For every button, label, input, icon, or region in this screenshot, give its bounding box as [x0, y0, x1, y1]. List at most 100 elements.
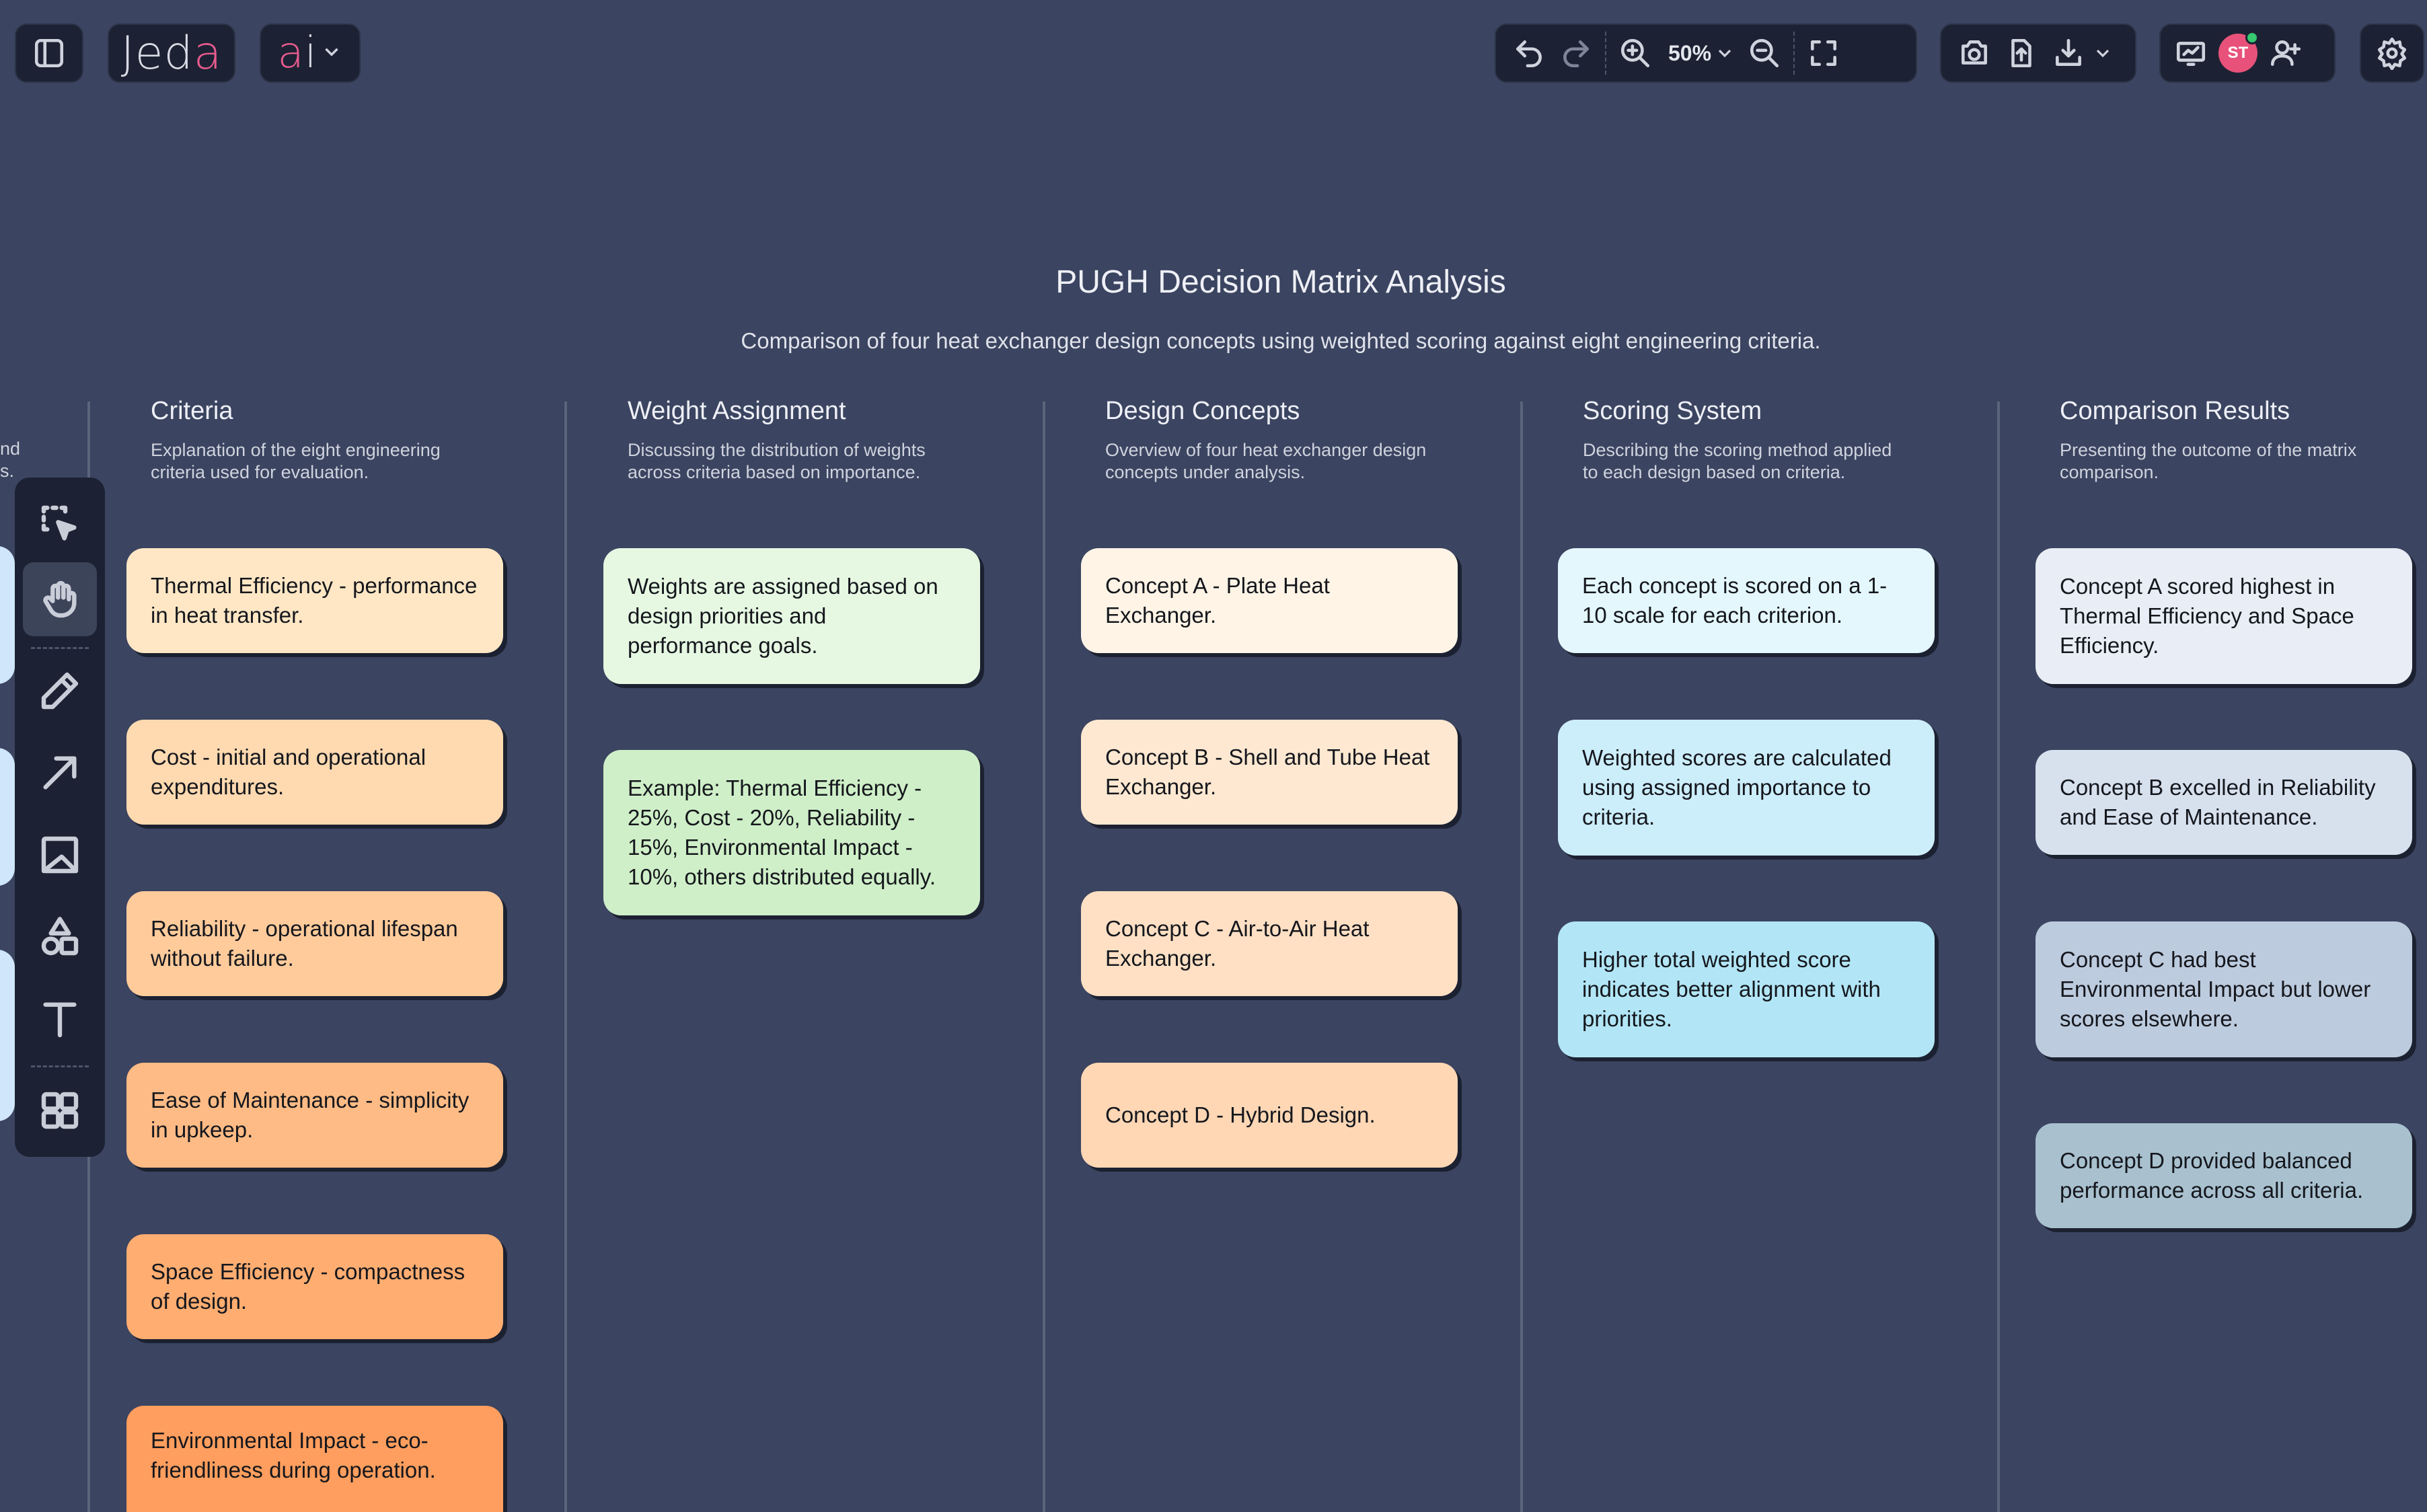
pen-tool-button[interactable]: [23, 654, 97, 728]
text-tool-button[interactable]: [23, 982, 97, 1056]
column-description: Describing the scoring method applied to…: [1583, 440, 1892, 482]
criteria-card[interactable]: Ease of Maintenance - simplicity in upke…: [126, 1063, 503, 1168]
weight-card[interactable]: Weights are assigned based on design pri…: [603, 548, 980, 684]
offscreen-card[interactable]: [0, 546, 15, 684]
invite-user-button[interactable]: [2262, 30, 2309, 77]
card-text: Concept B excelled in Reliability and Ea…: [2060, 775, 2376, 829]
logo-accent: a: [193, 26, 223, 80]
settings-button[interactable]: [2360, 24, 2424, 83]
zoom-out-icon: [1750, 38, 1779, 68]
ai-menu-button[interactable]: ai: [260, 24, 361, 83]
card-text: Example: Thermal Efficiency - 25%, Cost …: [628, 776, 936, 889]
pencil-icon: [41, 672, 79, 710]
criteria-card[interactable]: Space Efficiency - compactness of design…: [126, 1234, 503, 1339]
select-tool-button[interactable]: [23, 487, 97, 561]
card-text: Concept C had best Environmental Impact …: [2060, 947, 2371, 1031]
column-header-design-concepts[interactable]: Design Concepts Overview of four heat ex…: [1105, 397, 1522, 484]
scoring-card[interactable]: Each concept is scored on a 1-10 scale f…: [1558, 548, 1935, 653]
undo-icon: [1516, 40, 1542, 68]
result-card[interactable]: Concept D provided balanced performance …: [2036, 1123, 2412, 1228]
export-toolbar: [1940, 24, 2136, 83]
undo-button[interactable]: [1505, 30, 1553, 77]
card-text: Environmental Impact - eco-friendliness …: [151, 1428, 436, 1482]
tool-rail: [15, 478, 105, 1157]
user-avatar[interactable]: ST: [2218, 31, 2259, 73]
offscreen-text-fragment: s.: [0, 461, 15, 481]
fit-screen-icon: [1811, 40, 1837, 66]
offscreen-card[interactable]: [0, 748, 15, 886]
grid-icon: [41, 1092, 79, 1129]
scoring-card[interactable]: Higher total weighted score indicates be…: [1558, 921, 1935, 1057]
concept-card[interactable]: Concept C - Air-to-Air Heat Exchanger.: [1081, 891, 1458, 996]
templates-button[interactable]: [23, 1073, 97, 1147]
ai-label-i: i: [304, 28, 318, 78]
add-user-icon: [2270, 40, 2301, 66]
column-description: Overview of four heat exchanger design c…: [1105, 440, 1427, 482]
result-card[interactable]: Concept C had best Environmental Impact …: [2036, 921, 2412, 1057]
chevron-down-icon: [1718, 49, 1731, 58]
view-controls-toolbar: 50%: [1495, 24, 1917, 83]
download-dropdown[interactable]: [2045, 30, 2114, 77]
criteria-card[interactable]: Thermal Efficiency - performance in heat…: [126, 548, 503, 653]
result-card[interactable]: Concept B excelled in Reliability and Ea…: [2036, 750, 2412, 855]
app-logo[interactable]: Jeda: [108, 24, 235, 83]
zoom-level-dropdown[interactable]: 50%: [1659, 41, 1741, 66]
concept-card[interactable]: Concept B - Shell and Tube Heat Exchange…: [1081, 720, 1458, 825]
weight-card[interactable]: Example: Thermal Efficiency - 25%, Cost …: [603, 750, 980, 915]
card-text: Ease of Maintenance - simplicity in upke…: [151, 1088, 470, 1142]
presentation-icon: [2176, 42, 2206, 66]
zoom-in-icon: [1620, 38, 1650, 68]
card-text: Each concept is scored on a 1-10 scale f…: [1582, 573, 1888, 628]
gear-icon: [2368, 30, 2416, 77]
offscreen-card[interactable]: [0, 950, 15, 1121]
card-text: Concept A - Plate Heat Exchanger.: [1105, 573, 1330, 628]
share-button[interactable]: [1998, 30, 2045, 77]
screenshot-button[interactable]: [1951, 30, 1998, 77]
card-text: Space Efficiency - compactness of design…: [151, 1259, 465, 1314]
card-text: Thermal Efficiency - performance in heat…: [151, 573, 478, 628]
offscreen-text-fragment: nd: [0, 439, 21, 459]
concept-card[interactable]: Concept D - Hybrid Design.: [1081, 1063, 1458, 1168]
result-card[interactable]: Concept A scored highest in Thermal Effi…: [2036, 548, 2412, 684]
sidebar-toggle-button[interactable]: [15, 24, 83, 83]
zoom-out-button[interactable]: [1741, 30, 1788, 77]
arrow-tool-button[interactable]: [23, 736, 97, 810]
shapes-tool-button[interactable]: [23, 900, 97, 974]
hand-tool-button[interactable]: [23, 562, 97, 636]
zoom-in-button[interactable]: [1612, 30, 1659, 77]
redo-icon: [1563, 40, 1589, 68]
criteria-card[interactable]: Reliability - operational lifespan witho…: [126, 891, 503, 996]
hand-icon: [43, 580, 77, 618]
present-button[interactable]: [2167, 30, 2214, 77]
column-header-comparison-results[interactable]: Comparison Results Presenting the outcom…: [2060, 397, 2427, 484]
chevron-down-icon: [320, 40, 343, 67]
column-divider: [1520, 402, 1523, 1512]
image-tool-button[interactable]: [23, 818, 97, 892]
column-description: Discussing the distribution of weights a…: [628, 440, 926, 482]
column-header-weight-assignment[interactable]: Weight Assignment Discussing the distrib…: [628, 397, 1045, 484]
whiteboard-canvas[interactable]: Jeda ai 50% ST PUGH Decision Matrix Anal…: [0, 0, 2427, 1512]
column-divider: [564, 402, 567, 1512]
image-frame-icon: [41, 836, 79, 874]
fit-to-screen-button[interactable]: [1800, 30, 1847, 77]
user-initials: ST: [2227, 44, 2249, 62]
rail-divider: [31, 647, 89, 649]
page-subtitle[interactable]: Comparison of four heat exchanger design…: [0, 328, 2427, 354]
column-description: Presenting the outcome of the matrix com…: [2060, 440, 2357, 482]
criteria-card[interactable]: Cost - initial and operational expenditu…: [126, 720, 503, 825]
redo-button[interactable]: [1553, 30, 1600, 77]
column-header-scoring-system[interactable]: Scoring System Describing the scoring me…: [1583, 397, 2000, 484]
arrow-icon: [43, 756, 77, 790]
column-title: Criteria: [151, 397, 233, 425]
toolbar-divider: [1605, 32, 1606, 75]
rail-divider: [31, 1065, 89, 1067]
criteria-card[interactable]: Environmental Impact - eco-friendliness …: [126, 1406, 503, 1512]
download-button[interactable]: [2045, 30, 2092, 77]
column-header-criteria[interactable]: Criteria Explanation of the eight engine…: [151, 397, 568, 484]
concept-card[interactable]: Concept A - Plate Heat Exchanger.: [1081, 548, 1458, 653]
column-title: Weight Assignment: [628, 397, 846, 425]
page-title[interactable]: PUGH Decision Matrix Analysis: [0, 264, 2427, 301]
download-icon: [2056, 38, 2081, 66]
scoring-card[interactable]: Weighted scores are calculated using ass…: [1558, 720, 1935, 856]
card-text: Weighted scores are calculated using ass…: [1582, 745, 1892, 829]
